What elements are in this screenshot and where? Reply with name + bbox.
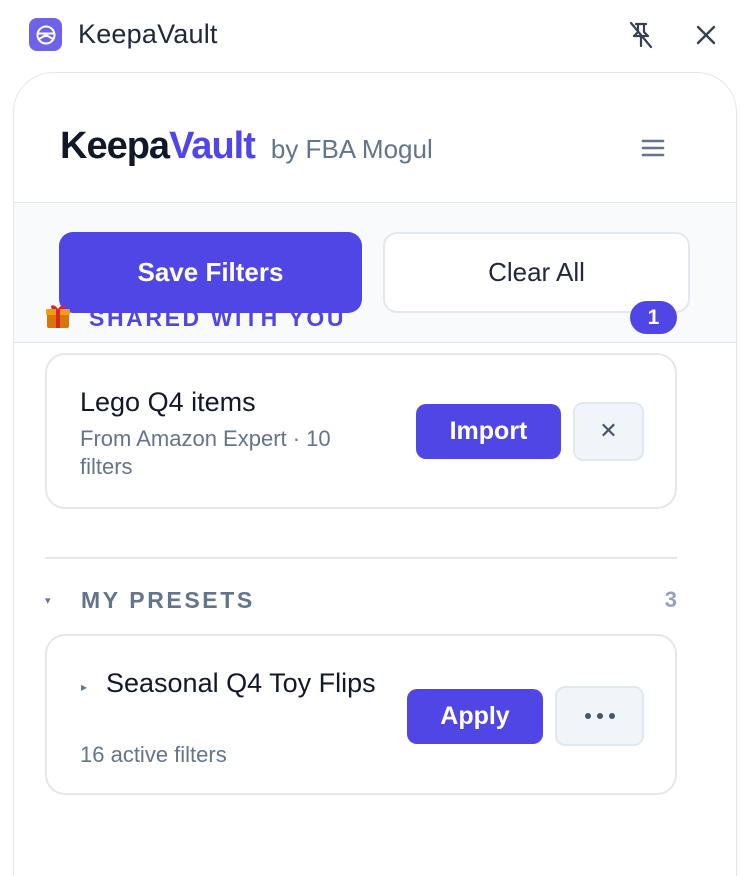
shared-preset-name: Lego Q4 items — [80, 387, 256, 417]
brand-name-keepa: Keepa — [60, 125, 170, 167]
steering-wheel-icon — [29, 18, 62, 51]
preset-name-wrap: Seasonal Q4 Toy Flips — [80, 665, 380, 701]
hamburger-menu-icon[interactable] — [638, 133, 668, 163]
panel-header: Keepa Vault by FBA Mogul — [14, 73, 736, 203]
shared-count-badge: 1 — [630, 301, 677, 334]
close-icon[interactable] — [689, 18, 723, 52]
window-titlebar: KeepaVault — [0, 0, 740, 70]
my-presets-header[interactable]: ▾ MY PRESETS 3 — [45, 584, 677, 618]
brand-name-vault: Vault — [169, 125, 256, 167]
dismiss-button[interactable]: ✕ — [573, 402, 644, 461]
section-divider — [45, 557, 677, 559]
more-dot — [596, 713, 603, 719]
preset-name: Seasonal Q4 Toy Flips — [106, 668, 376, 698]
gift-icon — [46, 305, 70, 328]
more-dot — [584, 713, 591, 719]
preset-subtitle: 16 active filters — [80, 742, 227, 767]
my-presets-count: 3 — [664, 587, 677, 612]
import-button[interactable]: Import — [416, 404, 561, 459]
more-dot — [608, 713, 615, 719]
shared-preset-subtitle: From Amazon Expert · 10 filters — [80, 426, 331, 479]
more-options-icon[interactable] — [555, 686, 644, 746]
preset-card: ▸ Seasonal Q4 Toy Flips 16 active filter… — [45, 634, 677, 795]
window-title: KeepaVault — [78, 19, 218, 49]
shared-preset-card: Lego Q4 items From Amazon Expert · 10 fi… — [45, 353, 677, 509]
unpin-icon[interactable] — [624, 18, 658, 52]
apply-button[interactable]: Apply — [407, 689, 543, 744]
brand-logo: Keepa Vault by FBA Mogul — [60, 125, 433, 168]
collapse-caret-icon: ▾ — [45, 594, 51, 607]
shared-section-header: SHARED WITH YOU 1 — [45, 301, 677, 337]
shared-section-title: SHARED WITH YOU — [89, 305, 347, 331]
brand-byline: by FBA Mogul — [270, 134, 433, 164]
my-presets-title: MY PRESETS — [81, 587, 255, 613]
